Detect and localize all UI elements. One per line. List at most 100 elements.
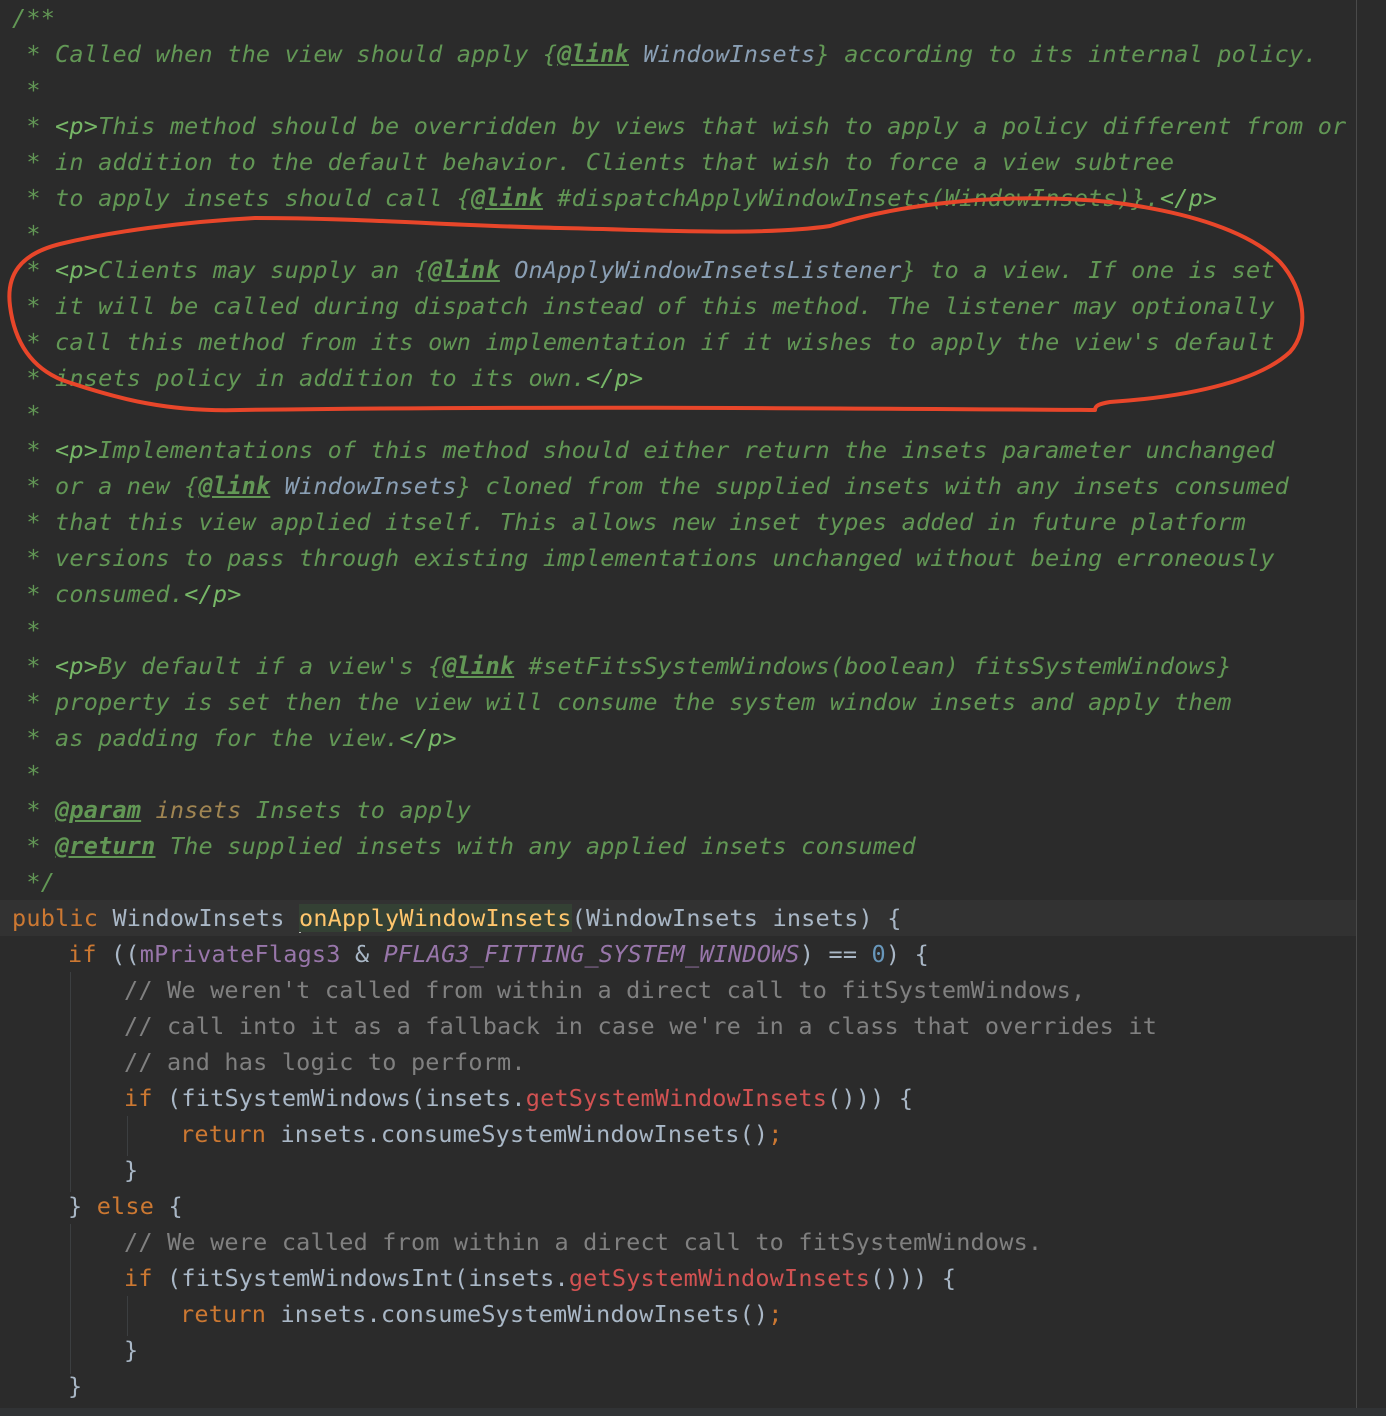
doc-star: *	[12, 40, 56, 68]
doc-star: *	[12, 148, 56, 176]
doc-star: *	[12, 616, 41, 644]
keyword-if: if	[124, 1264, 153, 1292]
code-line: * or a new {@link WindowInsets} cloned f…	[0, 468, 1356, 504]
doc-star: *	[12, 760, 41, 788]
code-line: * as padding for the view.</p>	[0, 720, 1356, 756]
code-line: if (fitSystemWindows(insets.getSystemWin…	[0, 1080, 1356, 1116]
doc-text: insets policy in addition to its own.	[55, 364, 586, 392]
doc-link-ref[interactable]: WindowInsets	[629, 40, 816, 68]
keyword-if: if	[68, 940, 97, 968]
doc-text: }.	[1131, 184, 1160, 212]
doc-return-tag[interactable]: @return	[55, 832, 155, 860]
doc-link-tag[interactable]: @link	[428, 256, 500, 284]
doc-star: *	[12, 400, 41, 428]
code-line: * call this method from its own implemen…	[0, 324, 1356, 360]
doc-text: The supplied insets with any applied ins…	[155, 832, 916, 860]
doc-link-tag[interactable]: @link	[471, 184, 543, 212]
doc-link-tag[interactable]: @link	[199, 472, 271, 500]
code-line: // call into it as a fallback in case we…	[0, 1008, 1356, 1044]
doc-text: it will be called during dispatch instea…	[55, 292, 1275, 320]
code-line: // and has logic to perform.	[0, 1044, 1356, 1080]
doc-param-tag[interactable]: @param	[55, 796, 141, 824]
doc-text: } to a view. If one is set	[901, 256, 1275, 284]
doc-text: Implementations of this method should ei…	[98, 436, 1275, 464]
return-type[interactable]: WindowInsets	[98, 904, 299, 932]
method-name[interactable]: onApplyWindowInsets	[298, 904, 572, 932]
brace: }	[124, 1156, 139, 1184]
code-line: return insets.consumeSystemWindowInsets(…	[0, 1116, 1356, 1152]
code-line: // We weren't called from within a direc…	[0, 972, 1356, 1008]
code-line: }	[0, 1152, 1356, 1188]
doc-link-tag[interactable]: @link	[557, 40, 629, 68]
constant-ref[interactable]: PFLAG3_FITTING_SYSTEM_WINDOWS	[384, 940, 800, 968]
current-line[interactable]: public WindowInsets onApplyWindowInsets(…	[0, 900, 1356, 936]
semicolon: ;	[768, 1300, 783, 1328]
doc-link-tag[interactable]: @link	[442, 652, 514, 680]
code-text[interactable]: insets.consumeSystemWindowInsets()	[266, 1300, 768, 1328]
code-line: * @param insets Insets to apply	[0, 792, 1356, 828]
code-line: /**	[0, 0, 1356, 36]
doc-star: *	[12, 76, 41, 104]
code-text: ) {	[885, 940, 929, 968]
doc-star: *	[12, 328, 56, 356]
code-line: }	[0, 1368, 1356, 1404]
code-line: * versions to pass through existing impl…	[0, 540, 1356, 576]
doc-text: property is set then the view will consu…	[55, 688, 1232, 716]
comment: // call into it as a fallback in case we…	[124, 1012, 1158, 1040]
code-text[interactable]: insets.consumeSystemWindowInsets()	[266, 1120, 768, 1148]
doc-text: Clients may supply an {	[98, 256, 429, 284]
code-line: *	[0, 72, 1356, 108]
method-call[interactable]: getSystemWindowInsets	[569, 1264, 870, 1292]
code-line: } else {	[0, 1188, 1356, 1224]
code-line: // We were called from within a direct c…	[0, 1224, 1356, 1260]
code-line: * <p>By default if a view's {@link #setF…	[0, 648, 1356, 684]
doc-html-tag: </p>	[399, 724, 457, 752]
doc-star: *	[12, 724, 56, 752]
field-ref[interactable]: mPrivateFlags3	[140, 940, 341, 968]
keyword-public: public	[12, 904, 99, 932]
doc-star: *	[12, 832, 56, 860]
horizontal-scrollbar[interactable]	[0, 1408, 1386, 1416]
code-text: ())) {	[827, 1084, 914, 1112]
code-text[interactable]: (fitSystemWindowsInt(insets.	[153, 1264, 569, 1292]
doc-text: or a new {	[55, 472, 199, 500]
code-text: &	[340, 940, 384, 968]
doc-text: Insets to apply	[241, 796, 472, 824]
code-line: * in addition to the default behavior. C…	[0, 144, 1356, 180]
brace: }	[124, 1336, 139, 1364]
method-params: (WindowInsets insets) {	[571, 904, 902, 932]
doc-open: /**	[12, 4, 56, 32]
code-text: ) ==	[799, 940, 872, 968]
code-line: */	[0, 864, 1356, 900]
method-call[interactable]: getSystemWindowInsets	[526, 1084, 827, 1112]
code-line: *	[0, 216, 1356, 252]
doc-star: *	[12, 796, 56, 824]
doc-html-tag: </p>	[1159, 184, 1218, 212]
keyword-return: return	[180, 1300, 267, 1328]
doc-text: } according to its internal policy.	[815, 40, 1318, 68]
doc-text: By default if a view's {	[98, 652, 443, 680]
doc-text: that this view applied itself. This allo…	[55, 508, 1246, 536]
code-editor[interactable]: /** * Called when the view should apply …	[0, 0, 1386, 1416]
code-line: if ((mPrivateFlags3 & PFLAG3_FITTING_SYS…	[0, 936, 1356, 972]
keyword-return: return	[180, 1120, 267, 1148]
code-line: *	[0, 396, 1356, 432]
doc-link-ref[interactable]: OnApplyWindowInsetsListener	[500, 256, 902, 284]
doc-star: *	[12, 436, 56, 464]
doc-link-ref[interactable]: #dispatchApplyWindowInsets(WindowInsets)	[543, 184, 1131, 212]
code-text[interactable]: (fitSystemWindows(insets.	[153, 1084, 526, 1112]
vertical-scrollbar[interactable]	[1357, 0, 1386, 1416]
doc-text: }	[1217, 652, 1232, 680]
doc-star: *	[12, 364, 56, 392]
doc-text: This method should be overridden by view…	[98, 112, 1347, 140]
doc-link-ref[interactable]: #setFitsSystemWindows(boolean) fitsSyste…	[514, 652, 1218, 680]
doc-star: *	[12, 292, 56, 320]
keyword-if: if	[124, 1084, 153, 1112]
code-line: * Called when the view should apply {@li…	[0, 36, 1356, 72]
code-line: return insets.consumeSystemWindowInsets(…	[0, 1296, 1356, 1332]
doc-link-ref[interactable]: WindowInsets	[270, 472, 457, 500]
code-line: * property is set then the view will con…	[0, 684, 1356, 720]
doc-text: in addition to the default behavior. Cli…	[55, 148, 1175, 176]
doc-text: consumed.	[55, 580, 185, 608]
code-area[interactable]: /** * Called when the view should apply …	[0, 0, 1356, 1404]
